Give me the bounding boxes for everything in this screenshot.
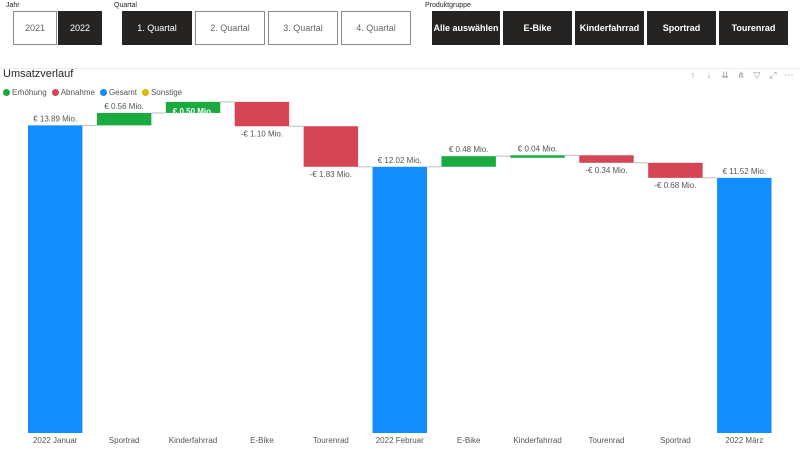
- x-tick-label: 2022 März: [725, 436, 763, 445]
- x-tick-label: Sportrad: [109, 436, 140, 445]
- x-tick-label: E-Bike: [457, 436, 481, 445]
- bar-decrease: [579, 155, 634, 163]
- data-label: -€ 0.68 Mio.: [654, 181, 696, 190]
- data-label: € 11.52 Mio.: [723, 167, 766, 176]
- x-tick-label: E-Bike: [250, 436, 274, 445]
- data-label: -€ 1.10 Mio.: [241, 129, 283, 138]
- bar-decrease: [648, 162, 703, 178]
- bar-total: [28, 125, 83, 433]
- data-label: € 0.04 Mio.: [518, 144, 558, 153]
- data-label: -€ 1.83 Mio.: [310, 170, 352, 179]
- x-tick-label: Kinderfahrrad: [513, 436, 561, 445]
- bar-decrease: [303, 126, 359, 167]
- bar-total: [717, 177, 772, 433]
- bar-increase: [96, 112, 152, 126]
- data-label: € 13.89 Mio.: [33, 114, 77, 123]
- x-tick-label: 2022 Februar: [376, 436, 424, 445]
- data-label: € 12.02 Mio.: [378, 156, 422, 165]
- bar-increase: [510, 155, 565, 158]
- bar-increase: [441, 156, 496, 167]
- bar-decrease: [234, 101, 290, 127]
- data-label: € 0.48 Mio.: [449, 145, 489, 154]
- data-label: -€ 0.34 Mio.: [585, 166, 627, 175]
- bar-total: [372, 166, 427, 434]
- x-tick-label: Tourenrad: [313, 436, 349, 445]
- x-tick-label: Sportrad: [660, 436, 691, 445]
- x-tick-label: 2022 Januar: [33, 436, 78, 445]
- x-tick-label: Kinderfahrrad: [169, 436, 217, 445]
- waterfall-chart: € 13.89 Mio. 2022 Januar € 0.56 Mio. Sportr…: [28, 101, 772, 445]
- data-label: € 0.50 Mio.: [173, 107, 213, 116]
- data-label: € 0.56 Mio.: [104, 102, 144, 111]
- x-tick-label: Tourenrad: [588, 436, 624, 445]
